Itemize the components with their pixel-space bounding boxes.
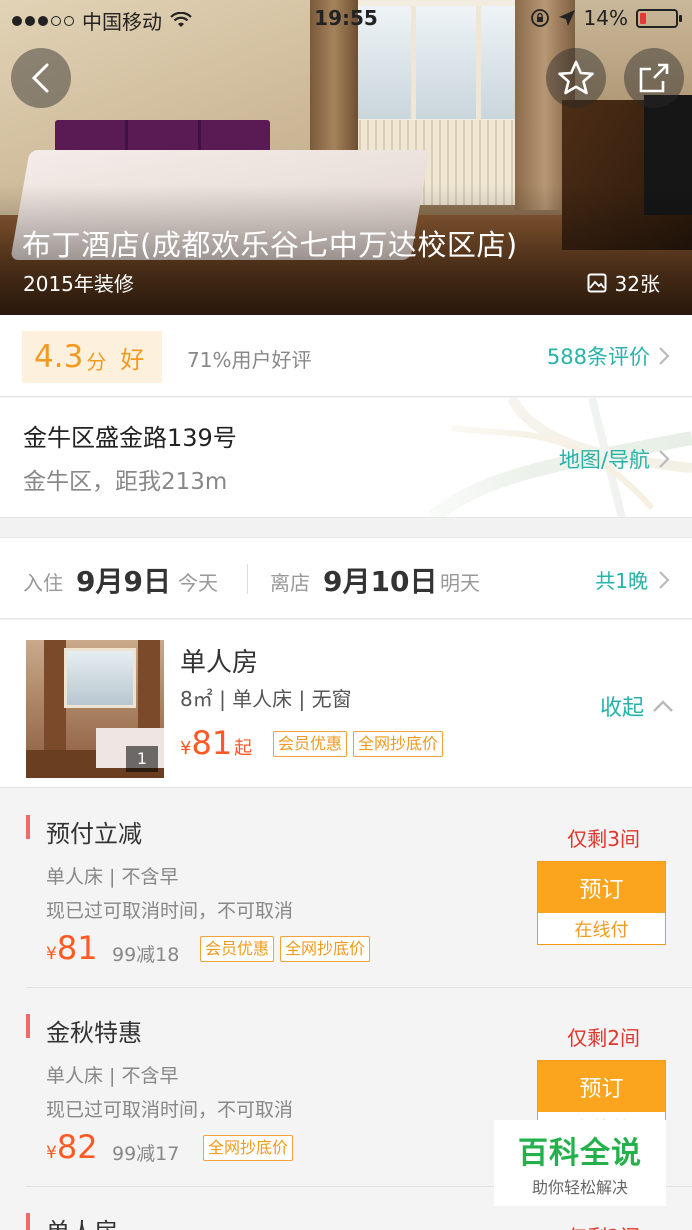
divider [247, 564, 248, 594]
price-amount: 81 [191, 724, 233, 762]
collapse-label: 收起 [599, 696, 644, 721]
share-button[interactable] [624, 48, 684, 108]
currency-symbol: ¥ [46, 1143, 57, 1163]
book-button-label: 预订 [538, 862, 665, 913]
orientation-lock-icon [530, 9, 549, 27]
address-street: 金牛区盛金路139号 [23, 424, 237, 452]
room-photo-count: 1 [126, 746, 158, 772]
address-row[interactable]: 金牛区盛金路139号 金牛区，距我213m 地图/导航 [0, 398, 692, 518]
reviews-link-label: 588条评价 [546, 345, 650, 369]
chevron-right-icon [659, 570, 670, 589]
checkin-label: 入住 [23, 571, 63, 595]
rate-plan: 预付立减 单人床 | 不含早 现已过可取消时间，不可取消 ¥ 81 99减18 … [0, 789, 692, 988]
room-tags: 会员优惠 全网抄底价 [273, 731, 444, 757]
plan-price: ¥ 82 [46, 1128, 98, 1166]
photo-count[interactable]: 32张 [587, 268, 660, 297]
watermark-title: 百科全说 [518, 1136, 642, 1171]
tag-lowest-price: 全网抄底价 [353, 731, 444, 757]
nights-count[interactable]: 共1晚 [595, 565, 670, 594]
tag-member-discount: 会员优惠 [200, 936, 275, 962]
chevron-right-icon [659, 450, 670, 468]
tag-member-discount: 会员优惠 [273, 731, 348, 757]
tag-lowest-price: 全网抄底价 [280, 936, 371, 962]
plan-cancel-policy: 现已过可取消时间，不可取消 [46, 1099, 294, 1121]
location-arrow-icon [558, 10, 575, 26]
room-price: ¥ 81 起 [180, 724, 252, 762]
tag-lowest-price: 全网抄底价 [203, 1135, 294, 1161]
checkout-relative: 明天 [440, 571, 480, 595]
rooms-remaining: 仅剩2间 [567, 1221, 640, 1230]
plan-name: 单人房 [46, 1212, 118, 1230]
book-button[interactable]: 预订 在线付 [537, 861, 666, 945]
map-link-label: 地图/导航 [558, 448, 650, 472]
hotel-cover-photo[interactable]: 中国移动 19:55 14% 布丁酒店(成都欢乐谷七中万达校区店) 2015年装… [0, 0, 692, 315]
currency-symbol: ¥ [46, 944, 57, 964]
chevron-right-icon [659, 347, 670, 365]
plan-bed-meal: 单人床 | 不含早 [46, 1065, 179, 1087]
price-amount: 81 [56, 929, 98, 967]
score-unit: 分 [86, 349, 107, 374]
chevron-left-icon [31, 63, 49, 93]
score-value: 4.3 [34, 339, 84, 375]
checkin-date: 9月9日 [76, 565, 171, 598]
battery-icon [636, 8, 682, 28]
room-specs: 8㎡ | 单人床 | 无窗 [180, 687, 352, 711]
price-suffix: 起 [234, 738, 253, 759]
reviews-link[interactable]: 588条评价 [547, 341, 670, 371]
checkout-date: 9月10日 [323, 565, 438, 598]
renovation-year: 2015年装修 [23, 272, 134, 296]
plan-discount: 99减18 [112, 944, 180, 966]
battery-percent: 14% [583, 6, 628, 30]
score-badge: 4.3 分 好 [22, 331, 162, 383]
room-photo[interactable]: 1 [26, 640, 164, 778]
plan-marker [26, 1014, 30, 1038]
plan-tags: 会员优惠 全网抄底价 [200, 936, 371, 962]
image-icon [587, 273, 607, 292]
plan-bed-meal: 单人床 | 不含早 [46, 866, 179, 888]
checkout-label: 离店 [270, 571, 310, 595]
checkin-relative: 今天 [178, 571, 218, 595]
score-label: 好 [120, 345, 145, 374]
share-icon [639, 63, 669, 93]
status-bar: 中国移动 19:55 14% [0, 0, 692, 38]
photo-count-label: 32张 [614, 272, 660, 296]
rating-row[interactable]: 4.3 分 好 71%用户好评 588条评价 [0, 315, 692, 397]
rooms-remaining: 仅剩2间 [567, 1026, 640, 1050]
book-button-label: 预订 [538, 1061, 665, 1112]
map-navigation-link[interactable]: 地图/导航 [559, 444, 670, 474]
plan-marker [26, 1213, 30, 1230]
plan-name: 预付立减 [46, 820, 142, 848]
collapse-toggle[interactable]: 收起 [600, 690, 674, 722]
currency-symbol: ¥ [180, 738, 192, 759]
plan-price: ¥ 81 [46, 929, 98, 967]
back-button[interactable] [11, 48, 71, 108]
chevron-up-icon [653, 700, 673, 712]
star-icon [558, 60, 594, 95]
favorite-button[interactable] [546, 48, 606, 108]
good-rate: 71%用户好评 [187, 348, 312, 372]
watermark-subtitle: 助你轻松解决 [531, 1178, 628, 1197]
rooms-remaining: 仅剩3间 [567, 827, 640, 851]
watermark-logo: 百科全说 助你轻松解决 [494, 1120, 666, 1206]
nights-label: 共1晚 [595, 569, 648, 593]
hotel-name: 布丁酒店(成都欢乐谷七中万达校区店) [22, 228, 518, 262]
address-distance: 金牛区，距我213m [23, 469, 228, 495]
stay-dates-row[interactable]: 入住 9月9日 今天 离店 9月10日 明天 共1晚 [0, 537, 692, 619]
plan-cancel-policy: 现已过可取消时间，不可取消 [46, 900, 294, 922]
plan-tags: 全网抄底价 [203, 1135, 294, 1161]
plan-discount: 99减17 [112, 1143, 180, 1165]
price-amount: 82 [56, 1128, 98, 1166]
plan-marker [26, 815, 30, 839]
room-name: 单人房 [180, 648, 259, 678]
payment-type: 在线付 [574, 919, 629, 941]
room-type-card[interactable]: 1 单人房 8㎡ | 单人床 | 无窗 ¥ 81 起 会员优惠 全网抄底价 收起 [0, 620, 692, 788]
plan-name: 金秋特惠 [46, 1019, 142, 1047]
